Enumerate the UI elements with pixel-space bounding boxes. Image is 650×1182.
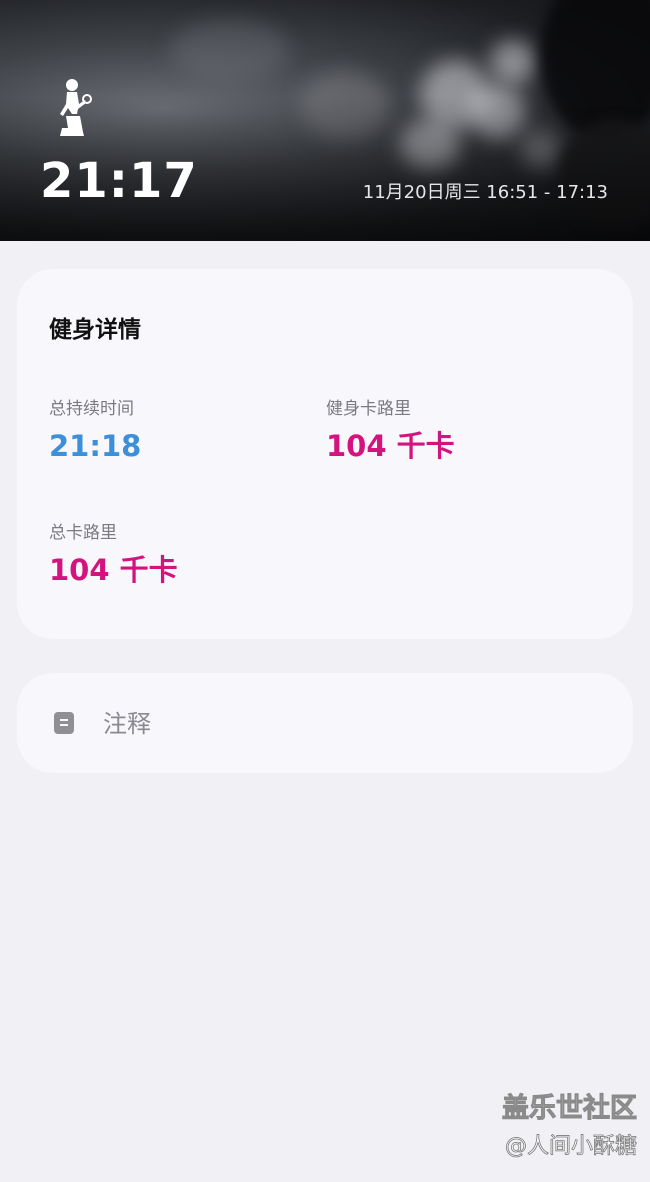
workout-details-card: 健身详情 总持续时间 21:18 健身卡路里 104 千卡 总卡路里 104 千… [17,269,633,639]
workout-time-range: 11月20日周三 16:51 - 17:13 [362,182,608,203]
watermark-community: 盖乐世社区 [502,1093,638,1125]
workout-duration: 21:17 [40,153,198,209]
total-duration-value: 21:18 [49,429,142,463]
note-icon [54,712,74,734]
notes-label: 注释 [103,710,151,738]
hero-banner: 21:17 11月20日周三 16:51 - 17:13 [0,0,650,241]
notes-card[interactable]: 注释 [17,673,633,773]
workout-calories-label: 健身卡路里 [326,399,411,419]
card-title: 健身详情 [49,317,141,343]
exercise-figure-icon [60,79,92,136]
total-duration-label: 总持续时间 [49,399,134,419]
total-calories-value: 104 千卡 [49,553,178,587]
total-calories-label: 总卡路里 [49,523,117,543]
watermark-author: @人间小酥糖 [504,1134,638,1160]
workout-calories-value: 104 千卡 [326,429,455,463]
